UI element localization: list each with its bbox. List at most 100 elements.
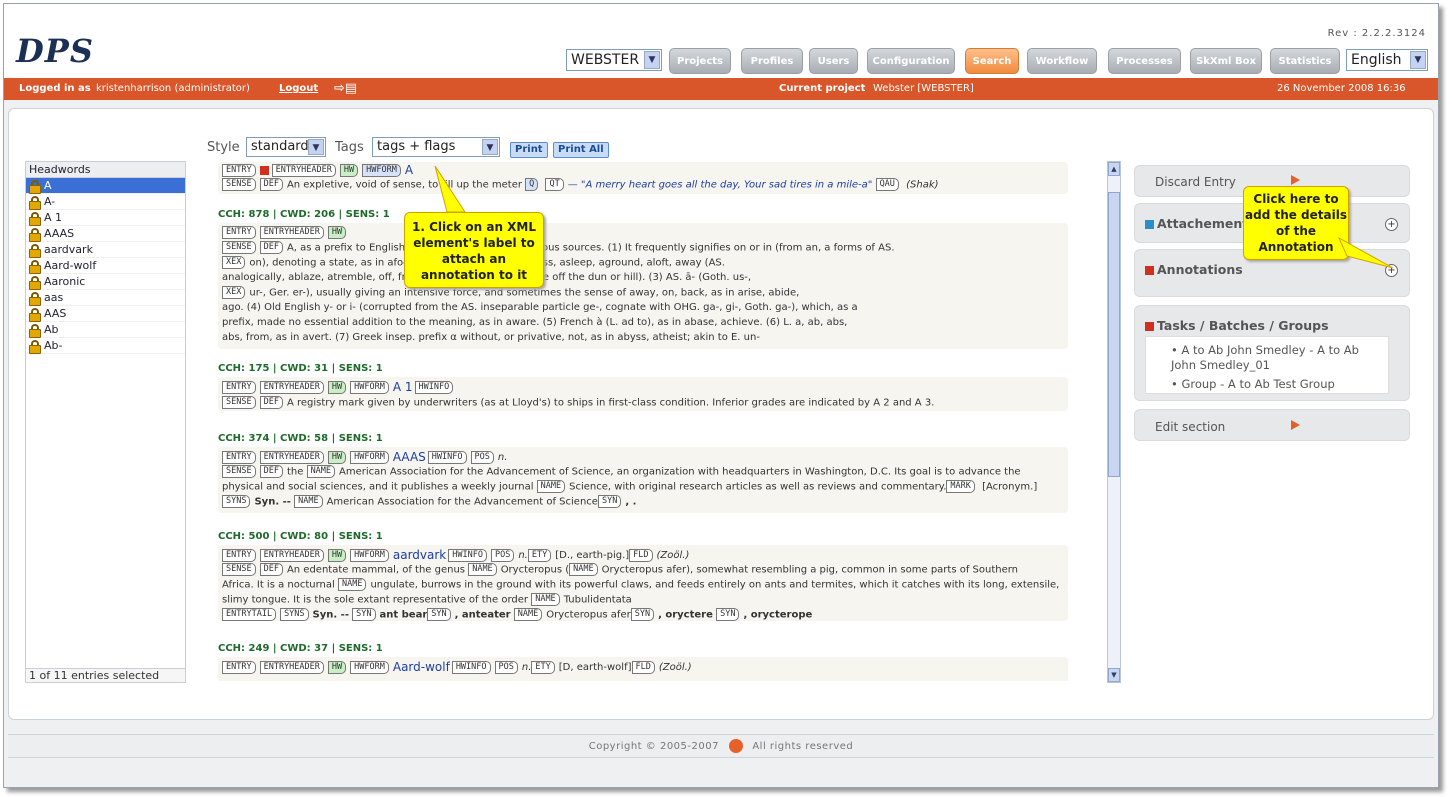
headword-item[interactable]: AAS [26,306,185,322]
tag-sense[interactable]: SENSE [222,396,256,409]
tag-name[interactable]: NAME [468,563,497,576]
tag-q[interactable]: Q [525,178,539,191]
tag-hwinfo[interactable]: HWINFO [448,548,487,562]
tag-name[interactable]: NAME [306,465,336,478]
logout-link[interactable]: Logout [279,78,318,100]
entries-scrollbar[interactable]: ▲ ▼ [1107,161,1121,683]
tag-def[interactable]: DEF [259,465,283,478]
tag-fld[interactable]: FLD [629,548,653,562]
nav-projects[interactable]: Projects [669,48,731,74]
tag-mark[interactable]: MARK [946,480,975,493]
nav-search[interactable]: Search [965,48,1019,74]
tag-qau[interactable]: QAU [875,178,899,191]
tag-name[interactable]: NAME [337,578,367,591]
task-item[interactable]: • A to Ab John Smedley - A to Ab John Sm… [1171,343,1371,373]
tag-xex[interactable]: XEX [222,256,246,269]
tag-entryheader[interactable]: ENTRYHEADER [259,450,324,464]
tag-hwform[interactable]: HWFORM [362,163,401,177]
tag-hwform[interactable]: HWFORM [350,380,389,394]
tag-def[interactable]: DEF [259,396,283,409]
tag-hw[interactable]: HW [339,163,359,177]
tag-hw[interactable]: HW [327,548,347,562]
scroll-thumb[interactable] [1108,192,1120,477]
headword-item[interactable]: A 1 [26,210,185,226]
tag-syn[interactable]: SYN [597,495,622,508]
nav-statistics[interactable]: Statistics [1270,48,1340,74]
tag-entry[interactable]: ENTRY [222,450,256,464]
tag-hwform[interactable]: HWFORM [350,548,389,562]
nav-profiles[interactable]: Profiles [741,48,803,74]
print-all-button[interactable]: Print All [553,142,609,158]
tag-entry[interactable]: ENTRY [222,380,256,394]
tag-hwform[interactable]: HWFORM [350,660,389,674]
tag-xex[interactable]: XEX [222,286,246,299]
tag-name[interactable]: NAME [294,495,323,508]
tag-hw[interactable]: HW [327,380,347,394]
tag-sense[interactable]: SENSE [222,465,256,478]
tag-pos[interactable]: POS [470,450,494,464]
tag-entryheader[interactable]: ENTRYHEADER [259,380,324,394]
tag-pos[interactable]: POS [494,660,518,674]
tag-pos[interactable]: POS [490,548,515,562]
tag-hwform[interactable]: HWFORM [350,450,389,464]
tag-def[interactable]: DEF [259,563,283,576]
tag-hwinfo[interactable]: HWINFO [414,380,454,394]
tag-name[interactable]: NAME [536,480,566,493]
tag-hw[interactable]: HW [327,450,347,464]
tag-entry[interactable]: ENTRY [222,163,256,177]
tag-name[interactable]: NAME [531,593,560,606]
arrow-right-icon[interactable] [1291,175,1300,185]
edit-section-card[interactable]: Edit section [1134,409,1410,441]
tag-entryheader[interactable]: ENTRYHEADER [259,548,324,562]
tag-entryheader[interactable]: ENTRYHEADER [259,660,324,674]
tag-syns[interactable]: SYNS [280,608,309,621]
task-item[interactable]: • Group - A to Ab Test Group [1171,377,1335,392]
headword-item[interactable]: A- [26,194,185,210]
tag-syn[interactable]: SYN [716,608,740,621]
nav-skxmlbox[interactable]: SkXml Box [1190,48,1262,74]
tag-syn[interactable]: SYN [427,608,451,621]
arrow-right-icon[interactable] [1291,420,1300,430]
tag-name[interactable]: NAME [513,608,543,621]
tag-hwinfo[interactable]: HWINFO [427,450,467,464]
style-select[interactable]: standard ▼ [246,137,326,157]
tag-syn[interactable]: SYN [630,608,655,621]
tag-ety[interactable]: ETY [527,548,552,562]
tag-entrytail[interactable]: ENTRYTAIL [222,608,277,621]
scroll-down-icon[interactable]: ▼ [1108,668,1120,682]
tag-hw[interactable]: HW [327,660,347,674]
tag-sense[interactable]: SENSE [222,241,256,254]
headword-item[interactable]: AAAS [26,226,185,242]
flag-icon[interactable] [259,165,269,175]
tag-name[interactable]: NAME [569,563,598,576]
headword-item[interactable]: Aaronic [26,274,185,290]
tag-syns[interactable]: SYNS [222,495,251,508]
nav-users[interactable]: Users [809,48,858,74]
tag-entry[interactable]: ENTRY [222,548,256,562]
tags-select[interactable]: tags + flags ▼ [372,137,500,157]
dictionary-select[interactable]: WEBSTER ▼ [566,49,662,71]
tag-sense[interactable]: SENSE [222,563,256,576]
scroll-up-icon[interactable]: ▲ [1108,162,1120,176]
tag-entryheader[interactable]: ENTRYHEADER [271,163,336,177]
tag-entryheader[interactable]: ENTRYHEADER [259,226,324,239]
switch-icon[interactable]: ⇨▤ [334,78,357,100]
tag-ety[interactable]: ETY [531,660,555,674]
tag-def[interactable]: DEF [259,178,283,191]
nav-configuration[interactable]: Configuration [867,48,955,74]
headword-item[interactable]: Ab- [26,338,185,354]
tag-entry[interactable]: ENTRY [222,226,256,239]
add-attachment-icon[interactable]: + [1385,218,1398,231]
tag-fld[interactable]: FLD [631,660,655,674]
print-button[interactable]: Print [510,142,548,158]
headword-item[interactable]: Ab [26,322,185,338]
tag-qt[interactable]: QT [545,178,564,191]
headword-item[interactable]: aardvark [26,242,185,258]
headword-item[interactable]: A [26,178,185,194]
headword-item[interactable]: aas [26,290,185,306]
nav-workflow[interactable]: Workflow [1027,48,1097,74]
nav-processes[interactable]: Processes [1108,48,1181,74]
language-select[interactable]: English ▼ [1346,49,1428,71]
tag-hwinfo[interactable]: HWINFO [451,660,491,674]
headword-item[interactable]: Aard-wolf [26,258,185,274]
